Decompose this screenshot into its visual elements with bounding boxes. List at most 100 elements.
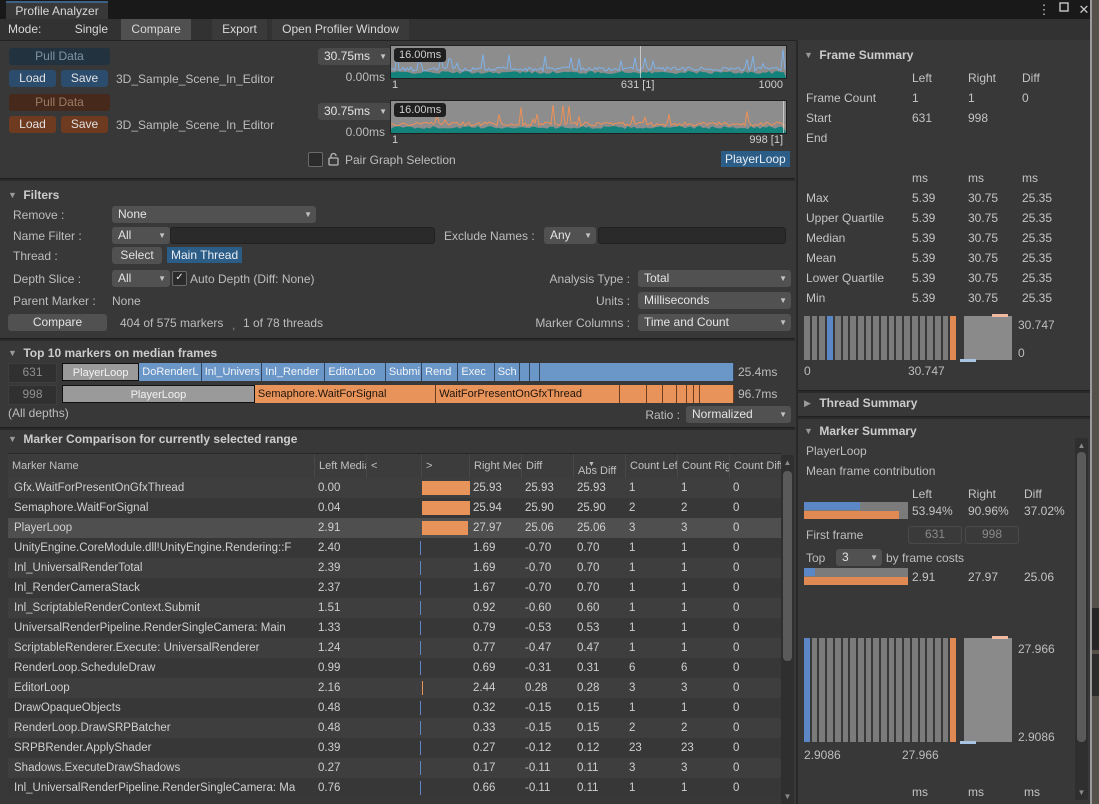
marker-segment[interactable]: PlayerLoop: [62, 385, 255, 403]
scale-dropdown-left[interactable]: 30.75ms▼: [318, 48, 391, 65]
mode-compare-button[interactable]: Compare: [121, 19, 190, 40]
table-row[interactable]: UniversalRenderPipeline.RenderSingleCame…: [8, 618, 781, 638]
marker-segment[interactable]: [647, 385, 664, 403]
scroll-up-icon[interactable]: ▲: [781, 458, 794, 467]
table-row[interactable]: Shadows.ExecuteDrawShadows0.270.17-0.110…: [8, 758, 781, 778]
save-button-right[interactable]: Save: [61, 116, 108, 133]
units-dropdown[interactable]: Milliseconds▼: [638, 292, 791, 309]
load-button-left[interactable]: Load: [9, 70, 56, 87]
marker-segment[interactable]: [620, 385, 647, 403]
top-n-dropdown[interactable]: 3▼: [836, 549, 882, 566]
marker-segment[interactable]: DoRenderL: [139, 363, 201, 381]
frame-graph-right[interactable]: 16.00ms: [390, 100, 787, 134]
marker-segment[interactable]: Sch: [495, 363, 520, 381]
export-button[interactable]: Export: [212, 19, 267, 40]
marker-segment[interactable]: Exec: [458, 363, 494, 381]
marker-segment[interactable]: Semaphore.WaitForSignal: [255, 385, 436, 403]
marker-segment[interactable]: Inl_Render: [262, 363, 325, 381]
marker-segment[interactable]: Inl_Univers: [202, 363, 262, 381]
table-row[interactable]: RenderLoop.DrawSRPBatcher0.480.33-0.150.…: [8, 718, 781, 738]
table-row[interactable]: SRPBRender.ApplyShader0.390.27-0.120.122…: [8, 738, 781, 758]
pull-data-button-left[interactable]: Pull Data: [9, 48, 110, 65]
ratio-dropdown[interactable]: Normalized▼: [686, 406, 791, 423]
open-profiler-button[interactable]: Open Profiler Window: [272, 19, 409, 40]
first-frame-right-button[interactable]: 998: [965, 526, 1019, 544]
thread-select-button[interactable]: Select: [112, 247, 162, 264]
load-button-right[interactable]: Load: [9, 116, 56, 133]
table-scrollbar[interactable]: ▲ ▼: [781, 455, 794, 804]
column-header-marker-name[interactable]: Marker Name: [8, 454, 314, 478]
table-row[interactable]: RenderLoop.ScheduleDraw0.990.69-0.310.31…: [8, 658, 781, 678]
pull-data-button-right[interactable]: Pull Data: [9, 94, 110, 111]
exclude-names-input[interactable]: [598, 227, 786, 244]
column-header-diff[interactable]: Diff: [521, 454, 573, 478]
table-row[interactable]: Semaphore.WaitForSignal0.0425.9425.9025.…: [8, 498, 781, 518]
table-row[interactable]: UnityEngine.CoreModule.dll!UnityEngine.R…: [8, 538, 781, 558]
marker-summary-header[interactable]: ▼ Marker Summary: [804, 424, 917, 438]
analysis-type-dropdown[interactable]: Total▼: [638, 270, 791, 287]
selected-marker-chip[interactable]: PlayerLoop: [721, 151, 790, 167]
first-frame-left-button[interactable]: 631: [908, 526, 962, 544]
marker-segment[interactable]: [663, 385, 676, 403]
scroll-up-icon[interactable]: ▲: [1075, 441, 1088, 450]
table-row[interactable]: Gfx.WaitForPresentOnGfxThread0.0025.9325…: [8, 478, 781, 498]
table-row[interactable]: EditorLoop2.162.440.280.28330: [8, 678, 781, 698]
scroll-down-icon[interactable]: ▼: [781, 792, 794, 801]
column-header-count-diff[interactable]: Count Diff: [729, 454, 781, 478]
mode-single-button[interactable]: Single: [65, 19, 118, 40]
column-header-count-right[interactable]: Count Right: [677, 454, 729, 478]
table-row[interactable]: DrawOpaqueObjects0.480.32-0.150.15110: [8, 698, 781, 718]
column-header--[interactable]: >: [421, 454, 469, 478]
maximize-icon[interactable]: [1056, 2, 1072, 15]
compare-button[interactable]: Compare: [8, 314, 107, 331]
remove-dropdown[interactable]: None▼: [112, 206, 316, 223]
table-row[interactable]: PlayerLoop2.9127.9725.0625.06330: [8, 518, 781, 538]
scale-dropdown-right[interactable]: 30.75ms▼: [318, 103, 391, 120]
marker-segment[interactable]: [540, 363, 734, 381]
marker-segment[interactable]: [520, 363, 531, 381]
scrollbar-thumb[interactable]: [1077, 452, 1086, 742]
marker-columns-dropdown[interactable]: Time and Count▼: [638, 314, 791, 331]
scrollbar-thumb[interactable]: [783, 471, 792, 661]
table-row[interactable]: Inl_ScriptableRenderContext.Submit1.510.…: [8, 598, 781, 618]
frame-number-box[interactable]: 998: [8, 385, 57, 405]
column-header-right-median[interactable]: Right Median: [469, 454, 521, 478]
name-filter-mode-dropdown[interactable]: All▼: [112, 227, 170, 244]
marker-segment[interactable]: WaitForPresentOnGfxThread: [436, 385, 619, 403]
column-header-count-left[interactable]: Count Left: [625, 454, 677, 478]
marker-segment[interactable]: [677, 385, 687, 403]
marker-segment[interactable]: EditorLoo: [325, 363, 385, 381]
tab-profile-analyzer[interactable]: Profile Analyzer: [6, 1, 108, 21]
frame-graph-left[interactable]: 16.00ms: [390, 45, 787, 79]
marker-segment[interactable]: [694, 385, 701, 403]
marker-segment[interactable]: [530, 363, 540, 381]
column-header-abs-diff[interactable]: Abs Diff▼: [573, 454, 625, 478]
table-row[interactable]: ScriptableRenderer.Execute: UniversalRen…: [8, 638, 781, 658]
table-row[interactable]: Inl_UniversalRenderTotal2.391.69-0.700.7…: [8, 558, 781, 578]
table-row[interactable]: Inl_UniversalRenderPipeline.RenderSingle…: [8, 778, 781, 798]
marker-comparison-header[interactable]: ▼ Marker Comparison for currently select…: [8, 432, 297, 446]
frame-number-box[interactable]: 631: [8, 363, 57, 383]
marker-segment[interactable]: [700, 385, 734, 403]
marker-segment[interactable]: Submi: [386, 363, 422, 381]
thread-summary-header[interactable]: ▶ Thread Summary: [804, 396, 917, 410]
exclude-mode-dropdown[interactable]: Any▼: [544, 227, 596, 244]
lock-icon[interactable]: [327, 152, 340, 169]
auto-depth-checkbox[interactable]: ✓: [172, 271, 187, 286]
marker-segment[interactable]: [687, 385, 694, 403]
kebab-menu-icon[interactable]: ⋮: [1036, 2, 1052, 18]
frame-summary-header[interactable]: ▼ Frame Summary: [804, 48, 913, 62]
pair-graph-checkbox[interactable]: [308, 152, 323, 167]
column-header--[interactable]: <: [366, 454, 421, 478]
top10-header[interactable]: ▼ Top 10 markers on median frames: [8, 346, 217, 360]
scroll-down-icon[interactable]: ▼: [1075, 788, 1088, 797]
marker-segment[interactable]: Rend: [422, 363, 458, 381]
name-filter-input[interactable]: [170, 227, 435, 244]
save-button-left[interactable]: Save: [61, 70, 108, 87]
depth-mode-dropdown[interactable]: All▼: [112, 270, 170, 287]
filters-header[interactable]: ▼ Filters: [8, 188, 59, 202]
table-row[interactable]: Inl_RenderCameraStack2.371.67-0.700.7011…: [8, 578, 781, 598]
summary-scrollbar[interactable]: ▲ ▼: [1075, 438, 1088, 800]
marker-segment[interactable]: PlayerLoop: [62, 363, 139, 381]
column-header-left-median[interactable]: Left Median: [314, 454, 366, 478]
